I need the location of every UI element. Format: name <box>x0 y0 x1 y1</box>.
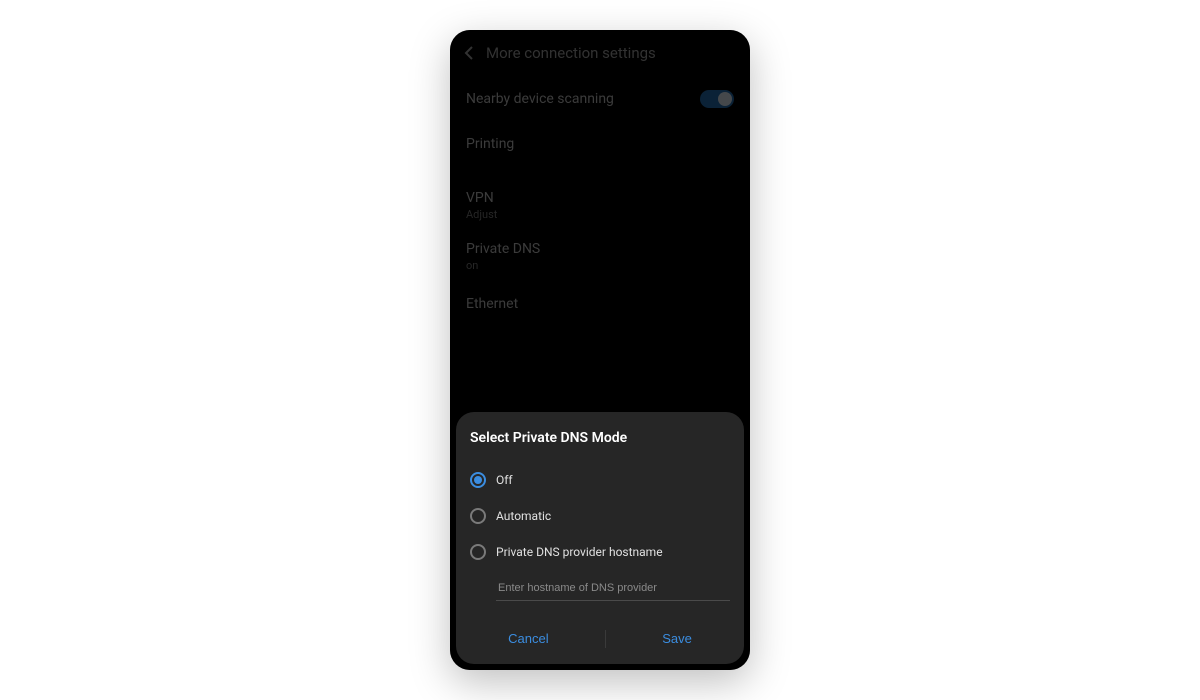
radio-label: Automatic <box>496 509 551 523</box>
radio-label: Private DNS provider hostname <box>496 545 663 559</box>
radio-icon <box>470 508 486 524</box>
radio-option-automatic[interactable]: Automatic <box>470 498 730 534</box>
radio-icon <box>470 472 486 488</box>
radio-option-hostname[interactable]: Private DNS provider hostname <box>470 534 730 570</box>
dialog-actions: Cancel Save <box>470 617 730 654</box>
radio-icon <box>470 544 486 560</box>
phone-frame: More connection settings Nearby device s… <box>450 30 750 670</box>
dns-hostname-input[interactable] <box>496 576 730 601</box>
action-separator <box>605 630 606 648</box>
radio-option-off[interactable]: Off <box>470 462 730 498</box>
cancel-button[interactable]: Cancel <box>488 623 568 654</box>
private-dns-dialog: Select Private DNS Mode Off Automatic Pr… <box>456 412 744 664</box>
save-button[interactable]: Save <box>642 623 712 654</box>
dialog-title: Select Private DNS Mode <box>470 430 730 446</box>
radio-label: Off <box>496 473 513 487</box>
